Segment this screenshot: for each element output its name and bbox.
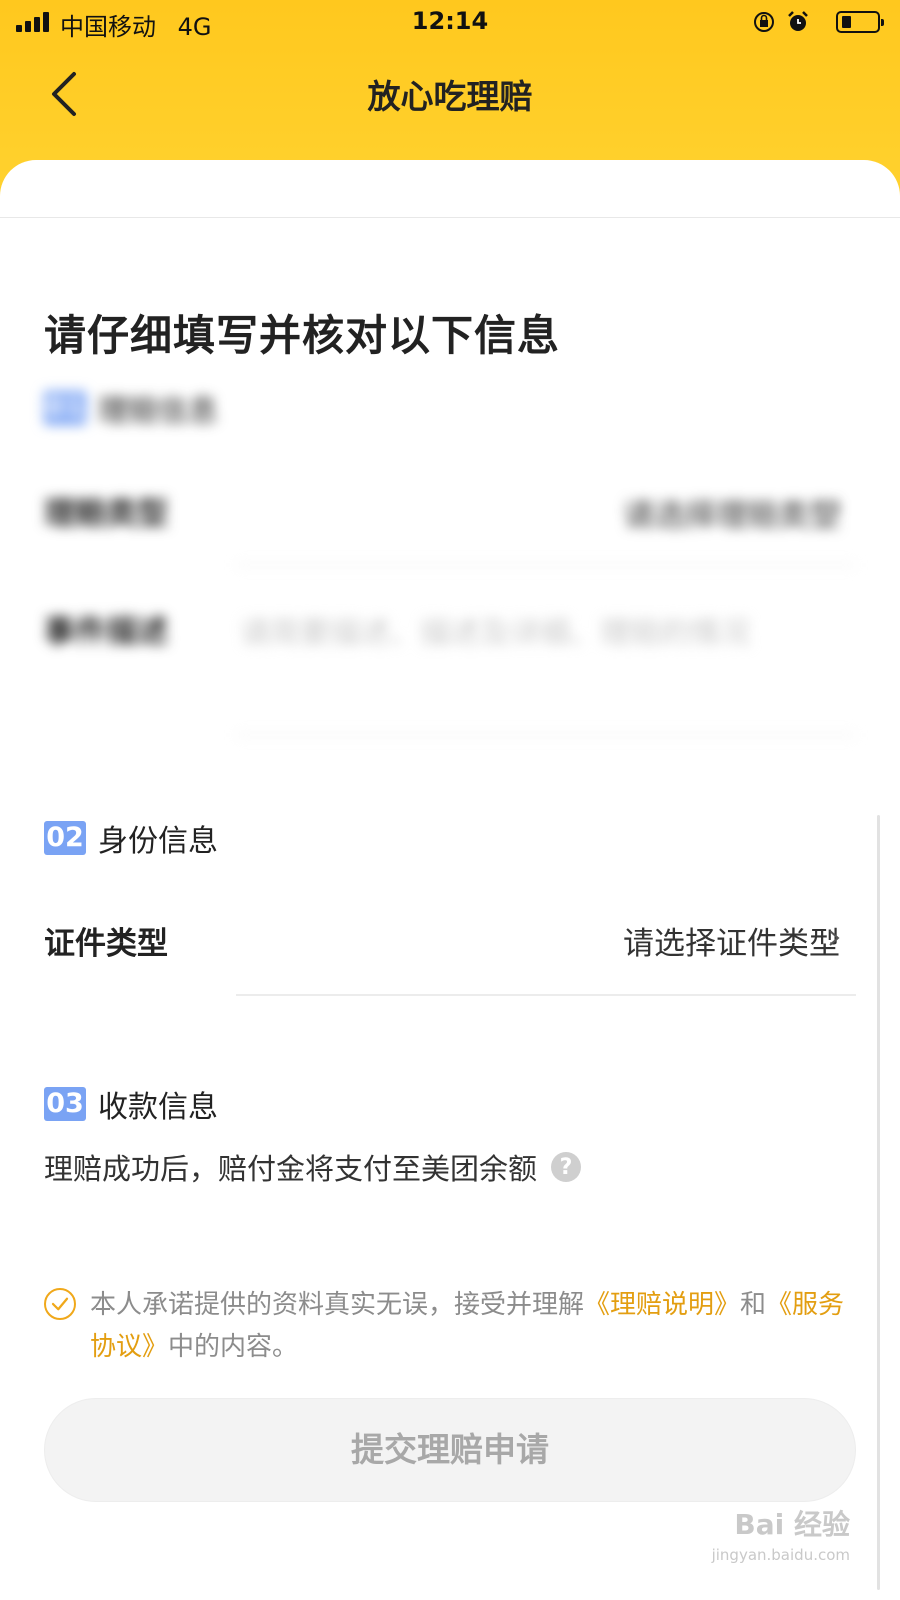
claim-type-label: 理赔类型 (44, 496, 168, 532)
page-title: 放心吃理赔 (367, 77, 533, 116)
section-badge: 03 (44, 1087, 86, 1121)
chevron-right-icon (829, 500, 840, 516)
agreement-text-before: 本人承诺提供的资料真实无误，接受并理解 (90, 1290, 585, 1320)
section-title: 收款信息 (98, 1090, 218, 1125)
alarm-icon (788, 11, 808, 31)
section-title: 理赔信息 (98, 394, 218, 429)
claim-type-select[interactable]: 请选择理赔类型 (623, 490, 840, 535)
id-type-select[interactable]: 请选择证件类型 (623, 918, 840, 963)
event-desc-input[interactable]: 请简要描述、描述及详细、理赔的情况 (240, 608, 750, 652)
payment-note: 理赔成功后，赔付金将支付至美团余额 ? (44, 1146, 582, 1188)
section-claim-info: 01 理赔信息 (44, 386, 218, 430)
id-type-label: 证件类型 (44, 926, 168, 962)
chevron-right-icon[interactable] (824, 928, 844, 948)
submit-claim-button[interactable]: 提交理赔申请 (44, 1398, 856, 1502)
payment-note-text: 理赔成功后，赔付金将支付至美团余额 (44, 1152, 538, 1186)
section-title: 身份信息 (98, 824, 218, 859)
rotation-lock-icon (754, 12, 774, 32)
divider (236, 564, 856, 566)
check-circle-icon[interactable] (44, 1288, 76, 1320)
watermark: Bai 经验 jingyan.baidu.com (712, 1510, 850, 1570)
divider (236, 734, 856, 736)
agreement-text-mid: 和 (740, 1290, 767, 1320)
form-sheet: 请仔细填写并核对以下信息 01 理赔信息 理赔类型 请选择理赔类型 事件描述 请… (0, 160, 900, 1600)
divider (236, 994, 856, 996)
agreement-text: 本人承诺提供的资料真实无误，接受并理解《理赔说明》和《服务协议》中的内容。 (90, 1284, 860, 1368)
section-badge: 02 (44, 821, 86, 855)
battery-icon (836, 11, 884, 33)
status-bar: 中国移动 4G 12:14 (0, 0, 900, 44)
divider (0, 217, 900, 218)
claim-terms-link[interactable]: 《理赔说明》 (584, 1290, 740, 1320)
section-payment-info: 03 收款信息 (44, 1082, 218, 1126)
agreement-text-after: 中的内容。 (168, 1332, 299, 1362)
form-heading: 请仔细填写并核对以下信息 (44, 311, 561, 360)
event-desc-label: 事件描述 (44, 614, 168, 650)
watermark-brand: Bai 经验 (734, 1508, 850, 1541)
watermark-url: jingyan.baidu.com (711, 1546, 850, 1564)
help-icon[interactable]: ? (551, 1152, 582, 1182)
section-identity-info: 02 身份信息 (44, 816, 218, 860)
section-badge: 01 (44, 391, 86, 425)
scrollbar[interactable] (877, 815, 880, 1590)
